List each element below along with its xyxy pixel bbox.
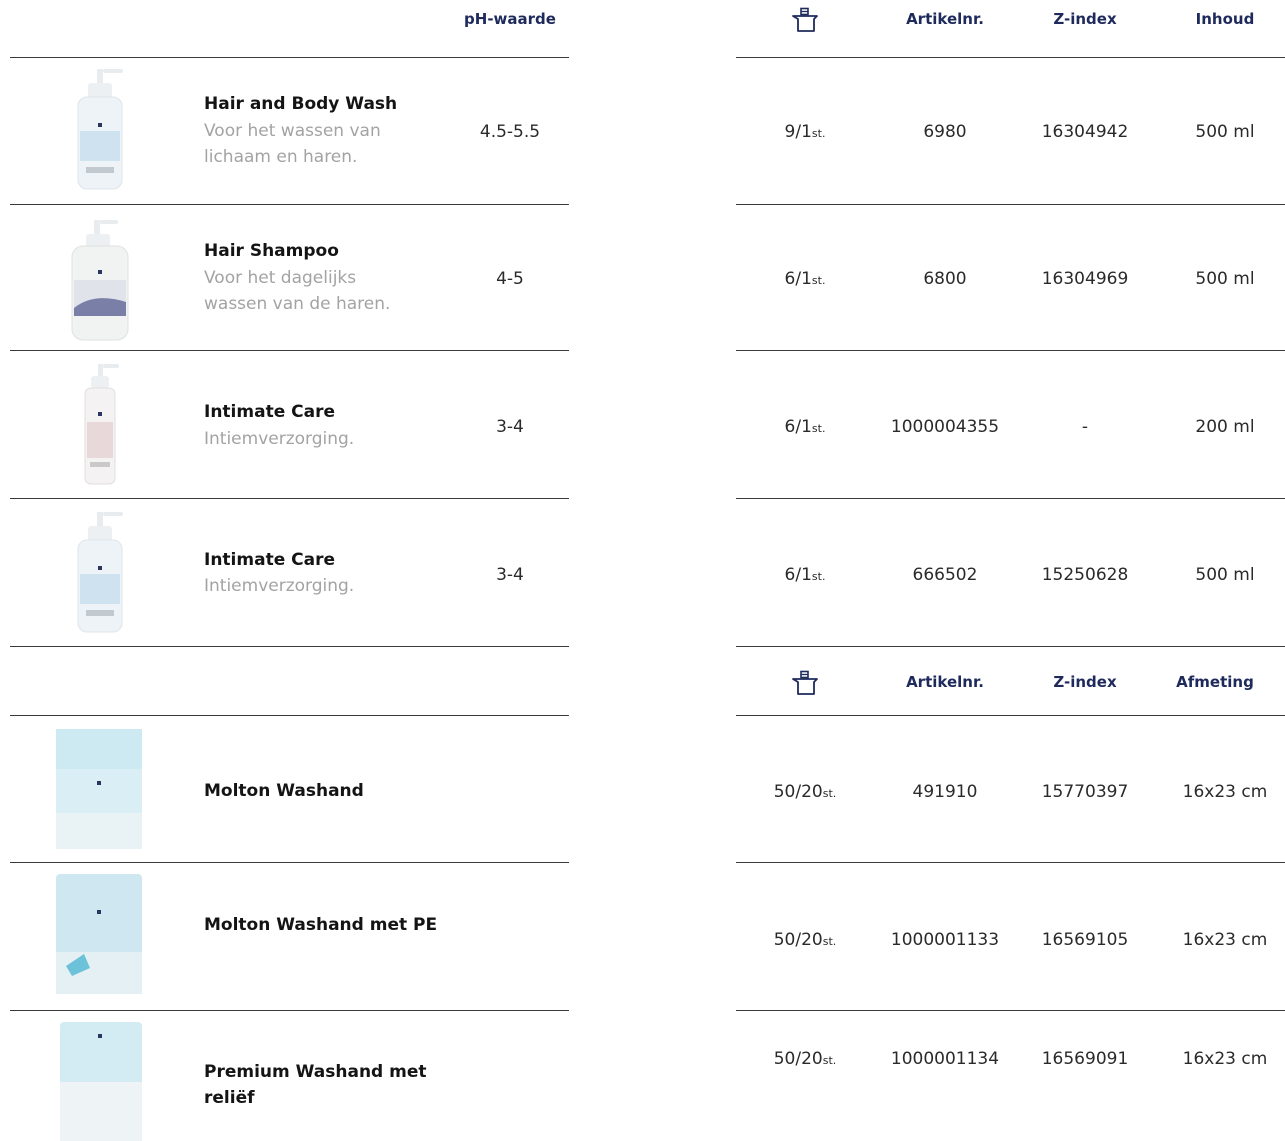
product-image — [54, 510, 146, 635]
product-description: Voor het dagelijks wassen van de haren. — [204, 268, 391, 314]
product-description: Voor het wassen van lichaam en haren. — [204, 121, 381, 167]
product-image — [54, 67, 146, 192]
row-divider — [736, 57, 1285, 58]
product-name: Premium Washand met reliëf — [204, 1062, 427, 1108]
product-name: Molton Washand met PE — [204, 915, 438, 935]
product-image — [54, 872, 146, 997]
row-divider — [10, 57, 569, 58]
z-index-value: 16569105 — [1041, 930, 1129, 950]
z-index-value: 16569091 — [1041, 1049, 1129, 1069]
package-box-icon — [792, 7, 818, 32]
article-number: 1000004355 — [890, 417, 1000, 437]
z-index-value: 15770397 — [1041, 782, 1129, 802]
size-value: 16x23 cm — [1182, 1049, 1268, 1069]
package-box-icon — [792, 670, 818, 695]
product-image — [54, 1020, 146, 1141]
row-divider — [10, 1010, 569, 1011]
header-size: Afmeting — [1176, 673, 1254, 691]
product-name: Intimate Care — [204, 402, 336, 422]
row-divider — [736, 204, 1285, 205]
size-value: 16x23 cm — [1182, 782, 1268, 802]
row-divider — [10, 204, 569, 205]
product-name: Intimate Care — [204, 550, 336, 570]
z-index-value: 15250628 — [1041, 565, 1129, 585]
ph-value: 3-4 — [496, 565, 524, 585]
header-content: Inhoud — [1195, 10, 1255, 28]
pack-quantity: 50/20st. — [773, 930, 837, 950]
content-value: 500 ml — [1195, 269, 1255, 289]
row-divider — [10, 350, 569, 351]
pack-quantity: 6/1st. — [784, 417, 826, 437]
header-artikelnr: Artikelnr. — [906, 10, 984, 28]
row-divider — [736, 715, 1285, 716]
header-zindex: Z-index — [1053, 673, 1117, 691]
row-divider — [736, 862, 1285, 863]
product-image — [54, 727, 146, 852]
content-value: 500 ml — [1195, 565, 1255, 585]
article-number: 666502 — [912, 565, 978, 585]
product-image — [54, 362, 146, 487]
row-divider — [10, 646, 569, 647]
z-index-value: 16304942 — [1041, 122, 1129, 142]
header-artikelnr: Artikelnr. — [906, 673, 984, 691]
article-number: 1000001134 — [890, 1049, 1000, 1069]
z-index-value: 16304969 — [1041, 269, 1129, 289]
pack-quantity: 50/20st. — [773, 782, 837, 802]
header-ph: pH-waarde — [464, 10, 556, 28]
product-name: Hair Shampoo — [204, 241, 339, 261]
content-value: 500 ml — [1195, 122, 1255, 142]
content-value: 200 ml — [1195, 417, 1255, 437]
article-number: 491910 — [912, 782, 978, 802]
size-value: 16x23 cm — [1182, 930, 1268, 950]
product-name: Hair and Body Wash — [204, 94, 398, 114]
pack-quantity: 50/20st. — [773, 1049, 837, 1069]
z-index-value: - — [1081, 417, 1089, 437]
article-number: 1000001133 — [890, 930, 1000, 950]
product-description: Intiemverzorging. — [204, 576, 355, 596]
article-number: 6800 — [923, 269, 967, 289]
row-divider — [10, 498, 569, 499]
row-divider — [736, 498, 1285, 499]
pack-quantity: 9/1st. — [784, 122, 826, 142]
ph-value: 4.5-5.5 — [479, 122, 541, 142]
ph-value: 4-5 — [496, 269, 524, 289]
row-divider — [10, 862, 569, 863]
ph-value: 3-4 — [496, 417, 524, 437]
header-zindex: Z-index — [1053, 10, 1117, 28]
row-divider — [736, 350, 1285, 351]
article-number: 6980 — [923, 122, 967, 142]
row-divider — [736, 646, 1285, 647]
pack-quantity: 6/1st. — [784, 269, 826, 289]
product-description: Intiemverzorging. — [204, 429, 355, 449]
row-divider — [10, 715, 569, 716]
row-divider — [736, 1010, 1285, 1011]
product-image — [54, 218, 146, 343]
pack-quantity: 6/1st. — [784, 565, 826, 585]
product-name: Molton Washand — [204, 781, 364, 801]
